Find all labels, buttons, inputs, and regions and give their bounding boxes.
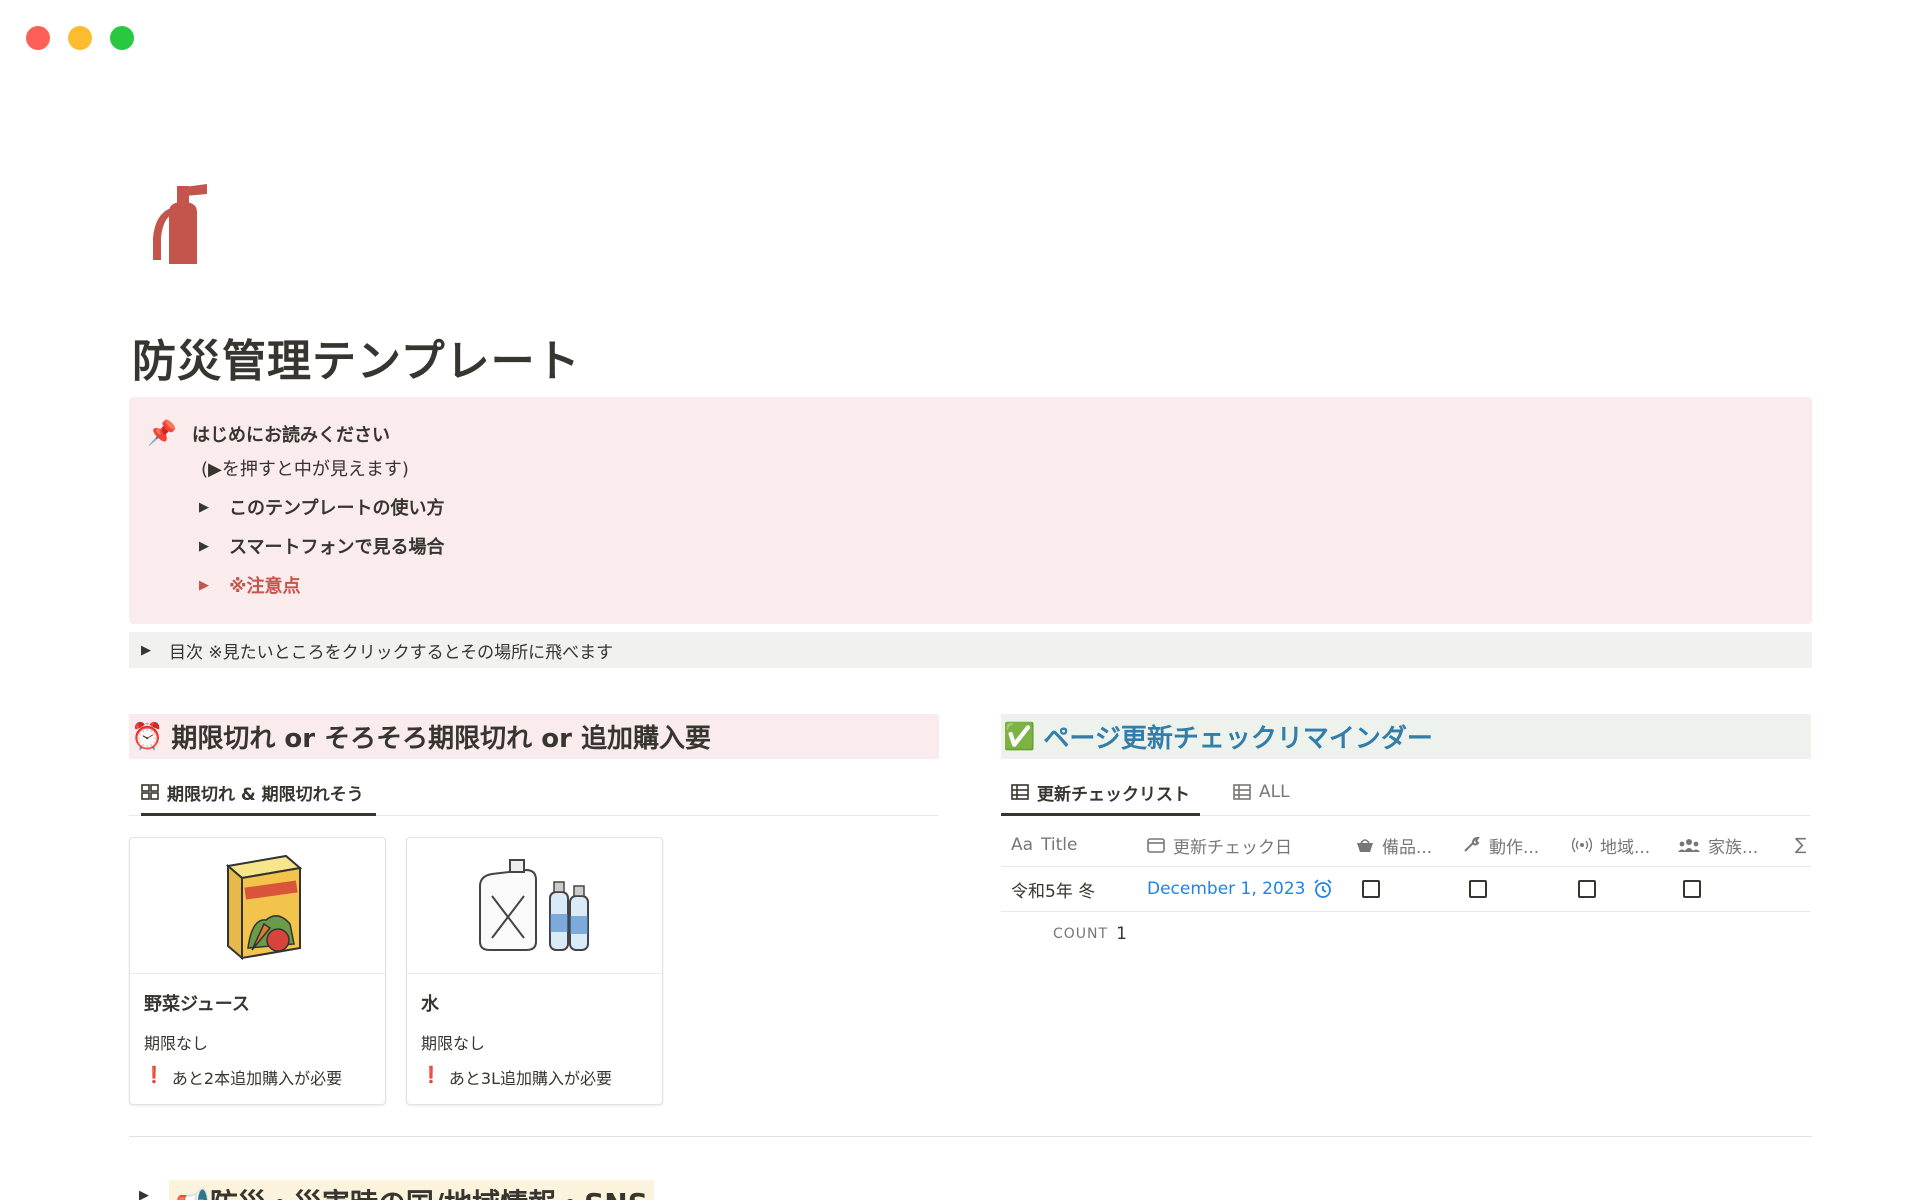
table-count[interactable]: COUNT 1 xyxy=(1053,924,1127,944)
toggle-triangle-icon[interactable]: ▶ xyxy=(199,578,213,593)
reminder-heading: ✅ ページ更新チェックリマインダー xyxy=(1001,714,1811,759)
sum-icon: ∑ xyxy=(1795,835,1807,855)
check-mark-icon: ✅ xyxy=(1003,721,1036,752)
tab-update-checklist[interactable]: 更新チェックリスト xyxy=(1001,771,1200,816)
table-row[interactable]: 令和5年 冬 December 1, 2023 xyxy=(1001,867,1811,912)
reminder-alarm-icon xyxy=(1314,879,1333,898)
checkbox-equipment[interactable] xyxy=(1362,867,1380,911)
column-label: 更新チェック日 xyxy=(1173,837,1292,858)
close-window-button[interactable] xyxy=(26,26,50,50)
exclamation-icon: ❗ xyxy=(421,1065,441,1084)
window-controls xyxy=(26,26,134,50)
tab-expiring-gallery[interactable]: 期限切れ & 期限切れそう xyxy=(141,771,376,816)
item-expiry: 期限なし xyxy=(421,1034,486,1053)
column-family[interactable]: 家族... xyxy=(1678,824,1758,866)
vegetable-juice-icon xyxy=(130,838,385,974)
item-card-water[interactable]: 水 期限なし ❗ あと3L追加購入が必要 xyxy=(406,837,663,1105)
expiry-heading-text: 期限切れ or そろそろ期限切れ or 追加購入要 xyxy=(171,724,711,754)
column-check-date[interactable]: 更新チェック日 xyxy=(1147,824,1292,866)
people-icon xyxy=(1678,839,1700,852)
column-equipment[interactable]: 備品... xyxy=(1356,824,1432,866)
column-title[interactable]: Aa Title xyxy=(1011,824,1077,866)
fire-extinguisher-icon[interactable] xyxy=(147,178,217,268)
item-note-text: あと3L追加購入が必要 xyxy=(448,1069,613,1088)
item-card-vegetable-juice[interactable]: 野菜ジュース 期限なし ❗ あと2本追加購入が必要 xyxy=(129,837,386,1105)
checkbox[interactable] xyxy=(1683,880,1701,898)
minimize-window-button[interactable] xyxy=(68,26,92,50)
reminder-view-tabs: 更新チェックリスト ALL xyxy=(1001,771,1811,816)
column-operation[interactable]: 動作... xyxy=(1463,824,1539,866)
checkbox[interactable] xyxy=(1578,880,1596,898)
toggle-triangle-icon[interactable]: ▶ xyxy=(199,539,213,554)
toggle-how-to-use[interactable]: ▶ このテンプレートの使い方 xyxy=(199,494,444,520)
maximize-window-button[interactable] xyxy=(110,26,134,50)
page-title[interactable]: 防災管理テンプレート xyxy=(132,325,581,389)
toggle-triangle-icon[interactable]: ▶ xyxy=(199,500,213,515)
sns-toggle-heading-partial[interactable]: ▶ 📢防災・災害時の国/地域情報・SNS xyxy=(129,1178,689,1200)
exclamation-icon: ❗ xyxy=(144,1065,164,1084)
reminder-heading-text: ページ更新チェックリマインダー xyxy=(1043,724,1433,754)
toggle-triangle-icon[interactable]: ▶ xyxy=(141,643,169,658)
table-of-contents-toggle[interactable]: ▶ 目次 ※見たいところをクリックするとその場所に飛べます xyxy=(129,632,1812,668)
item-name: 野菜ジュース xyxy=(144,994,250,1015)
toggle-label: ※注意点 xyxy=(229,576,301,597)
callout-subtext: (▶︎を押すと中が見えます) xyxy=(201,459,409,480)
row-date-text: December 1, 2023 xyxy=(1147,879,1306,899)
checkbox[interactable] xyxy=(1362,880,1380,898)
expiry-view-tabs: 期限切れ & 期限切れそう xyxy=(129,771,939,816)
basket-icon xyxy=(1357,839,1373,852)
toggle-caution[interactable]: ▶ ※注意点 xyxy=(199,572,301,598)
count-label: COUNT xyxy=(1053,926,1109,942)
tab-label: ALL xyxy=(1259,782,1290,802)
alarm-clock-icon: ⏰ xyxy=(131,721,164,752)
item-note: ❗ あと2本追加購入が必要 xyxy=(144,1065,342,1089)
expiry-section: ⏰ 期限切れ or そろそろ期限切れ or 追加購入要 期限切れ & 期限切れそ… xyxy=(129,714,939,1105)
toc-label: 目次 ※見たいところをクリックするとその場所に飛べます xyxy=(169,642,614,663)
pushpin-icon: 📌 xyxy=(147,419,177,447)
column-label: 家族... xyxy=(1708,837,1759,858)
checkbox-family[interactable] xyxy=(1683,867,1701,911)
divider xyxy=(129,1136,1812,1137)
table-view-icon xyxy=(1011,784,1029,800)
item-expiry: 期限なし xyxy=(144,1034,209,1053)
partial-heading-text: 📢防災・災害時の国/地域情報・SNS xyxy=(169,1180,654,1200)
reminder-section: ✅ ページ更新チェックリマインダー 更新チェックリスト ALL Aa Title xyxy=(1001,714,1811,944)
water-bottles-icon xyxy=(407,838,662,974)
toggle-smartphone[interactable]: ▶ スマートフォンで見る場合 xyxy=(199,533,444,559)
count-value: 1 xyxy=(1116,924,1127,944)
item-name: 水 xyxy=(421,994,439,1015)
column-label: 備品... xyxy=(1382,837,1433,858)
toggle-label: このテンプレートの使い方 xyxy=(229,498,445,519)
toggle-label: スマートフォンで見る場合 xyxy=(229,537,445,558)
tab-label: 更新チェックリスト xyxy=(1037,784,1190,805)
column-area[interactable]: 地域... xyxy=(1572,824,1650,866)
tab-label: 期限切れ & 期限切れそう xyxy=(167,784,364,805)
column-label: Title xyxy=(1041,835,1078,855)
column-label: 地域... xyxy=(1600,837,1651,858)
item-note: ❗ あと3L追加購入が必要 xyxy=(421,1065,612,1089)
checkbox-operation[interactable] xyxy=(1469,867,1487,911)
toggle-triangle-icon[interactable]: ▶ xyxy=(139,1188,169,1200)
checkbox-area[interactable] xyxy=(1578,867,1596,911)
table-view-icon xyxy=(1233,784,1251,800)
reminder-table: Aa Title 更新チェック日 備品... 動作... 地域... 家族...… xyxy=(1001,824,1811,944)
broadcast-icon xyxy=(1572,837,1592,853)
column-more[interactable]: ∑ xyxy=(1795,824,1806,866)
tab-all[interactable]: ALL xyxy=(1233,771,1290,813)
callout-heading: はじめにお読みください xyxy=(192,425,390,446)
gallery-view-icon xyxy=(141,784,159,800)
column-label: 動作... xyxy=(1489,837,1540,858)
row-date[interactable]: December 1, 2023 xyxy=(1147,867,1333,911)
row-title[interactable]: 令和5年 冬 xyxy=(1011,867,1095,911)
wrench-icon xyxy=(1464,837,1480,852)
checkbox[interactable] xyxy=(1469,880,1487,898)
item-note-text: あと2本追加購入が必要 xyxy=(171,1069,343,1088)
text-property-icon: Aa xyxy=(1011,835,1034,855)
table-header: Aa Title 更新チェック日 備品... 動作... 地域... 家族...… xyxy=(1001,824,1811,867)
calendar-icon xyxy=(1147,838,1165,853)
expiry-heading: ⏰ 期限切れ or そろそろ期限切れ or 追加購入要 xyxy=(129,714,939,759)
